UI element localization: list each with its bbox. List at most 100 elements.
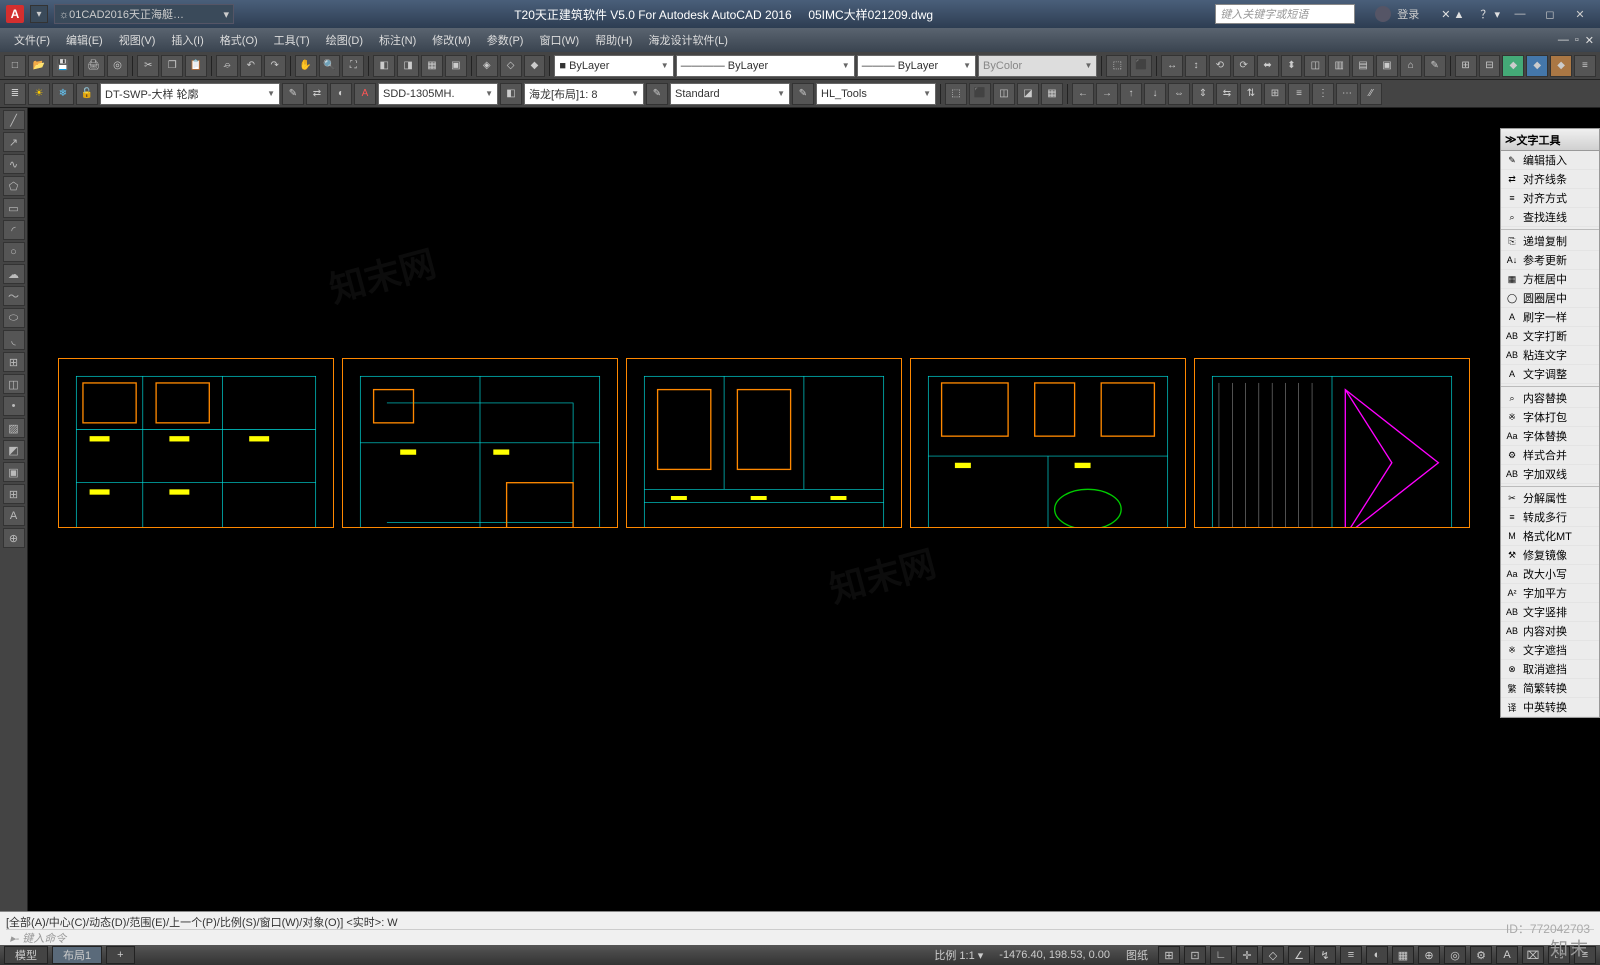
match-button[interactable]: ⌮ (216, 55, 238, 77)
linetype-combo[interactable]: ———— ByLayer▼ (676, 55, 855, 77)
ellipse-arc-button[interactable]: ◟ (3, 330, 25, 350)
text-tool-item[interactable]: ▦方框居中 (1501, 270, 1599, 289)
layout-combo[interactable]: 海龙[布局]1: 8▼ (524, 83, 644, 105)
tool-btn[interactable]: ◆ (1550, 55, 1572, 77)
tool-btn[interactable]: ✎ (792, 83, 814, 105)
layer-prop-button[interactable]: ≣ (4, 83, 26, 105)
tool-btn[interactable]: ⌂ (1400, 55, 1422, 77)
tool-btn[interactable]: ◐ (330, 83, 352, 105)
tool-btn[interactable]: ⇄ (306, 83, 328, 105)
text-tool-item[interactable]: ⊗取消遮挡 (1501, 660, 1599, 679)
text-tool-item[interactable]: ※文字遮挡 (1501, 641, 1599, 660)
text-tool-item[interactable]: ⎘递增复制 (1501, 232, 1599, 251)
snap-toggle[interactable]: ⊡ (1184, 946, 1206, 964)
tool-btn[interactable]: ◆ (524, 55, 546, 77)
text-tool-item[interactable]: ≡对齐方式 (1501, 189, 1599, 208)
ortho-toggle[interactable]: ∟ (1210, 946, 1232, 964)
text-tool-item[interactable]: ✂分解属性 (1501, 489, 1599, 508)
table-button[interactable]: ⊞ (3, 484, 25, 504)
tool-btn[interactable]: ↔ (1161, 55, 1183, 77)
menu-hailong[interactable]: 海龙设计软件(L) (640, 30, 735, 50)
tool-btn[interactable]: ⊟ (1479, 55, 1501, 77)
login-area[interactable]: 登录 (1375, 6, 1419, 22)
menu-insert[interactable]: 插入(I) (163, 30, 211, 50)
polar-toggle[interactable]: ✛ (1236, 946, 1258, 964)
qat-icon[interactable]: ▾ (30, 5, 48, 23)
command-input[interactable]: ▸- 键入命令 (6, 929, 1594, 945)
document-selector[interactable]: ☼01CAD2016天正海艇…▾ (54, 4, 234, 24)
undo-button[interactable]: ↶ (240, 55, 262, 77)
close-button[interactable]: ✕ (1566, 3, 1594, 25)
point-button[interactable]: • (3, 396, 25, 416)
tool-btn[interactable]: ⇕ (1192, 83, 1214, 105)
copy-button[interactable]: ❐ (161, 55, 183, 77)
text-tool-item[interactable]: AB文字打断 (1501, 327, 1599, 346)
menu-draw[interactable]: 绘图(D) (318, 30, 371, 50)
zoom-ext-button[interactable]: ⛶ (342, 55, 364, 77)
text-tool-item[interactable]: A刷字一样 (1501, 308, 1599, 327)
tool-btn[interactable]: ▣ (445, 55, 467, 77)
gradient-button[interactable]: ◩ (3, 440, 25, 460)
tool-btn[interactable]: ▦ (421, 55, 443, 77)
tool-btn[interactable]: ↕ (1185, 55, 1207, 77)
text-tool-item[interactable]: AB字加双线 (1501, 465, 1599, 484)
menu-help[interactable]: 帮助(H) (587, 30, 640, 50)
text-tool-item[interactable]: Aa改大小写 (1501, 565, 1599, 584)
tool-btn[interactable]: ⇆ (1216, 83, 1238, 105)
text-tool-item[interactable]: AB粘连文字 (1501, 346, 1599, 365)
tool-btn[interactable]: ▦ (1041, 83, 1063, 105)
tool-btn[interactable]: ✎ (282, 83, 304, 105)
spline-button[interactable]: ～ (3, 286, 25, 306)
text-tool-item[interactable]: ※字体打包 (1501, 408, 1599, 427)
add-layout-button[interactable]: + (106, 946, 134, 964)
osnap-toggle[interactable]: ◇ (1262, 946, 1284, 964)
tool-btn[interactable]: ▣ (1376, 55, 1398, 77)
tool-btn[interactable]: ◆ (1502, 55, 1524, 77)
tool-btn[interactable]: ⬍ (1281, 55, 1303, 77)
maximize-button[interactable]: ◻ (1536, 3, 1564, 25)
tool-btn[interactable]: ≡ (1288, 83, 1310, 105)
menu-view[interactable]: 视图(V) (111, 30, 164, 50)
text-tool-item[interactable]: ⌕查找连线 (1501, 208, 1599, 227)
text-tool-item[interactable]: 译中英转换 (1501, 698, 1599, 717)
new-button[interactable]: □ (4, 55, 26, 77)
help-icon[interactable]: ？ ▾ (1480, 6, 1500, 22)
lwt-toggle[interactable]: ≡ (1340, 946, 1362, 964)
revcloud-button[interactable]: ☁ (3, 264, 25, 284)
layer-combo[interactable]: DT-SWP-大样 轮廓▼ (100, 83, 280, 105)
hatch-button[interactable]: ▨ (3, 418, 25, 438)
text-style-button[interactable]: A (354, 83, 376, 105)
color-combo[interactable]: ■ ByLayer▼ (554, 55, 673, 77)
annotate-button[interactable]: A (1496, 946, 1518, 964)
tool-btn[interactable]: ▤ (1352, 55, 1374, 77)
menu-dimension[interactable]: 标注(N) (371, 30, 424, 50)
menu-parametric[interactable]: 参数(P) (479, 30, 532, 50)
text-tool-item[interactable]: AB内容对换 (1501, 622, 1599, 641)
doc-minimize-button[interactable]: — (1558, 34, 1569, 47)
tool-btn[interactable]: ⇔ (1168, 83, 1190, 105)
make-block-button[interactable]: ◫ (3, 374, 25, 394)
tool-btn[interactable]: ↑ (1120, 83, 1142, 105)
scale-display[interactable]: 比例 1:1 ▾ (928, 947, 989, 963)
transparency-toggle[interactable]: ◐ (1366, 946, 1388, 964)
tool-btn[interactable]: ✎ (646, 83, 668, 105)
tool-btn[interactable]: ✎ (1424, 55, 1446, 77)
menu-edit[interactable]: 编辑(E) (58, 30, 111, 50)
text-tool-item[interactable]: A↓参考更新 (1501, 251, 1599, 270)
clean-button[interactable]: ⌧ (1522, 946, 1544, 964)
workspace-button[interactable]: ⚙ (1470, 946, 1492, 964)
text-tool-item[interactable]: A文字调整 (1501, 365, 1599, 384)
zoom-button[interactable]: 🔍 (319, 55, 341, 77)
text-tool-item[interactable]: A²字加平方 (1501, 584, 1599, 603)
tool-btn[interactable]: → (1096, 83, 1118, 105)
paste-button[interactable]: 📋 (185, 55, 207, 77)
otrack-toggle[interactable]: ∠ (1288, 946, 1310, 964)
tool-btn[interactable]: ◈ (476, 55, 498, 77)
doc-close-button[interactable]: ✕ (1585, 34, 1594, 47)
rectangle-button[interactable]: ▭ (3, 198, 25, 218)
tool-btn[interactable]: ◧ (500, 83, 522, 105)
tool-btn[interactable]: ⬛ (1130, 55, 1152, 77)
text-tool-item[interactable]: ⇄对齐线条 (1501, 170, 1599, 189)
tool-btn[interactable]: ⬌ (1257, 55, 1279, 77)
layer-states-button[interactable]: ☀ (28, 83, 50, 105)
